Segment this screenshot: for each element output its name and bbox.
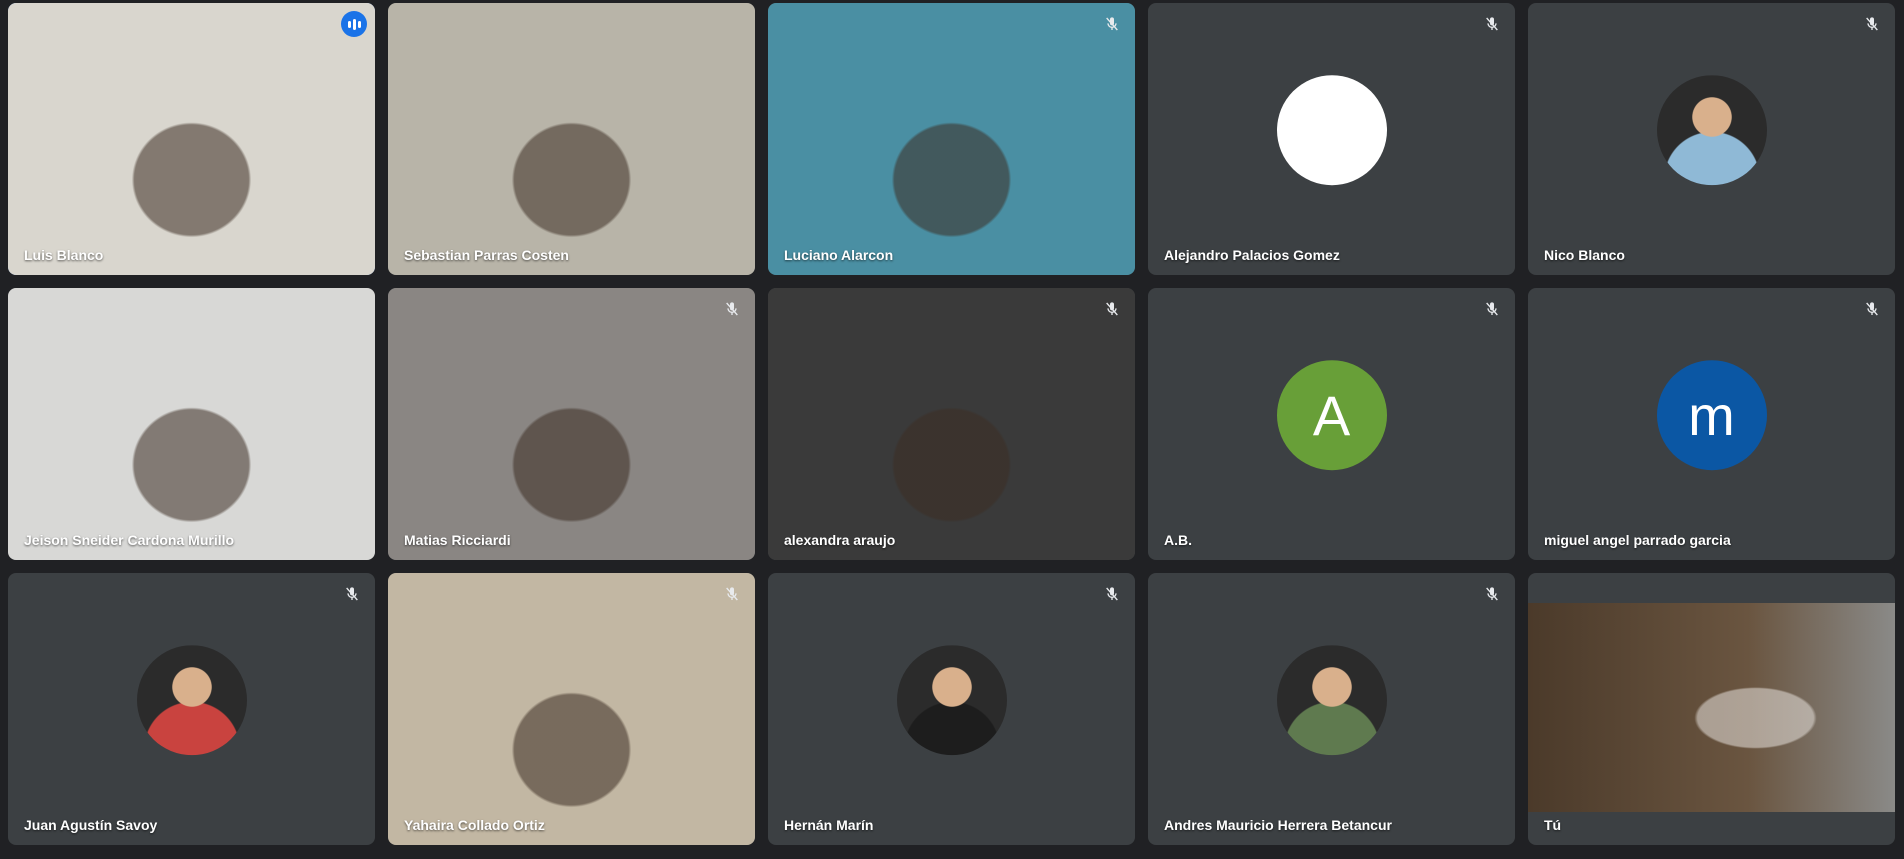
mic-off-icon [1861, 13, 1883, 35]
participant-name: Juan Agustín Savoy [24, 817, 158, 833]
participant-tile[interactable]: m miguel angel parrado garcia [1528, 288, 1895, 560]
participant-avatar: m [1656, 360, 1767, 471]
participant-tile[interactable]: Juan Agustín Savoy [8, 573, 375, 845]
participant-tile[interactable]: Sebastian Parras Costen [388, 3, 755, 275]
participant-avatar [1276, 75, 1387, 186]
mic-off-icon [721, 298, 743, 320]
video-feed [8, 288, 375, 560]
mic-off-icon [1481, 583, 1503, 605]
participant-avatar: A [1276, 360, 1387, 471]
speaking-indicator-icon [341, 11, 367, 37]
participant-tile[interactable]: Nico Blanco [1528, 3, 1895, 275]
participant-name: Matias Ricciardi [404, 532, 511, 548]
avatar-initial: A [1312, 383, 1351, 447]
participant-tile[interactable]: Matias Ricciardi [388, 288, 755, 560]
mic-off-icon [1101, 583, 1123, 605]
participant-name: Alejandro Palacios Gomez [1164, 247, 1340, 263]
self-video-feed [1528, 603, 1895, 812]
participant-name: Luciano Alarcon [784, 247, 894, 263]
participant-grid: Luis Blanco Sebastian Parras Costen Lucian… [8, 3, 1895, 845]
mic-off-icon [1101, 298, 1123, 320]
video-feed [388, 3, 755, 275]
mic-off-icon [341, 583, 363, 605]
participant-tile[interactable]: Luis Blanco [8, 3, 375, 275]
participant-tile[interactable]: Andres Mauricio Herrera Betancur [1148, 573, 1515, 845]
participant-tile[interactable]: Yahaira Collado Ortiz [388, 573, 755, 845]
participant-name: Andres Mauricio Herrera Betancur [1164, 817, 1392, 833]
mic-off-icon [1481, 13, 1503, 35]
participant-tile[interactable]: Luciano Alarcon [768, 3, 1135, 275]
avatar-initial: m [1688, 383, 1735, 447]
participant-name: Tú [1544, 817, 1562, 833]
video-feed [388, 288, 755, 560]
video-feed [8, 3, 375, 275]
participant-name: Luis Blanco [24, 247, 104, 263]
participant-avatar [1656, 75, 1767, 186]
participant-name: alexandra araujo [784, 532, 896, 548]
video-feed [768, 3, 1135, 275]
mic-off-icon [1861, 298, 1883, 320]
participant-name: miguel angel parrado garcia [1544, 532, 1731, 548]
mic-off-icon [721, 583, 743, 605]
participant-tile[interactable]: alexandra araujo [768, 288, 1135, 560]
participant-name: Hernán Marín [784, 817, 874, 833]
participant-name: Yahaira Collado Ortiz [404, 817, 545, 833]
participant-avatar [136, 645, 247, 756]
mic-off-icon [1101, 13, 1123, 35]
participant-tile[interactable]: Jeison Sneider Cardona Murillo [8, 288, 375, 560]
participant-tile[interactable]: Alejandro Palacios Gomez [1148, 3, 1515, 275]
video-feed [768, 288, 1135, 560]
participant-avatar [896, 645, 1007, 756]
participant-tile[interactable]: A A.B. [1148, 288, 1515, 560]
mic-off-icon [1481, 298, 1503, 320]
participant-tile[interactable]: Hernán Marín [768, 573, 1135, 845]
video-feed [388, 573, 755, 845]
participant-name: Sebastian Parras Costen [404, 247, 569, 263]
participant-name: Nico Blanco [1544, 247, 1625, 263]
participant-name: A.B. [1164, 532, 1192, 548]
participant-name: Jeison Sneider Cardona Murillo [24, 532, 235, 548]
participant-avatar [1276, 645, 1387, 756]
participant-tile[interactable]: Tú [1528, 573, 1895, 845]
